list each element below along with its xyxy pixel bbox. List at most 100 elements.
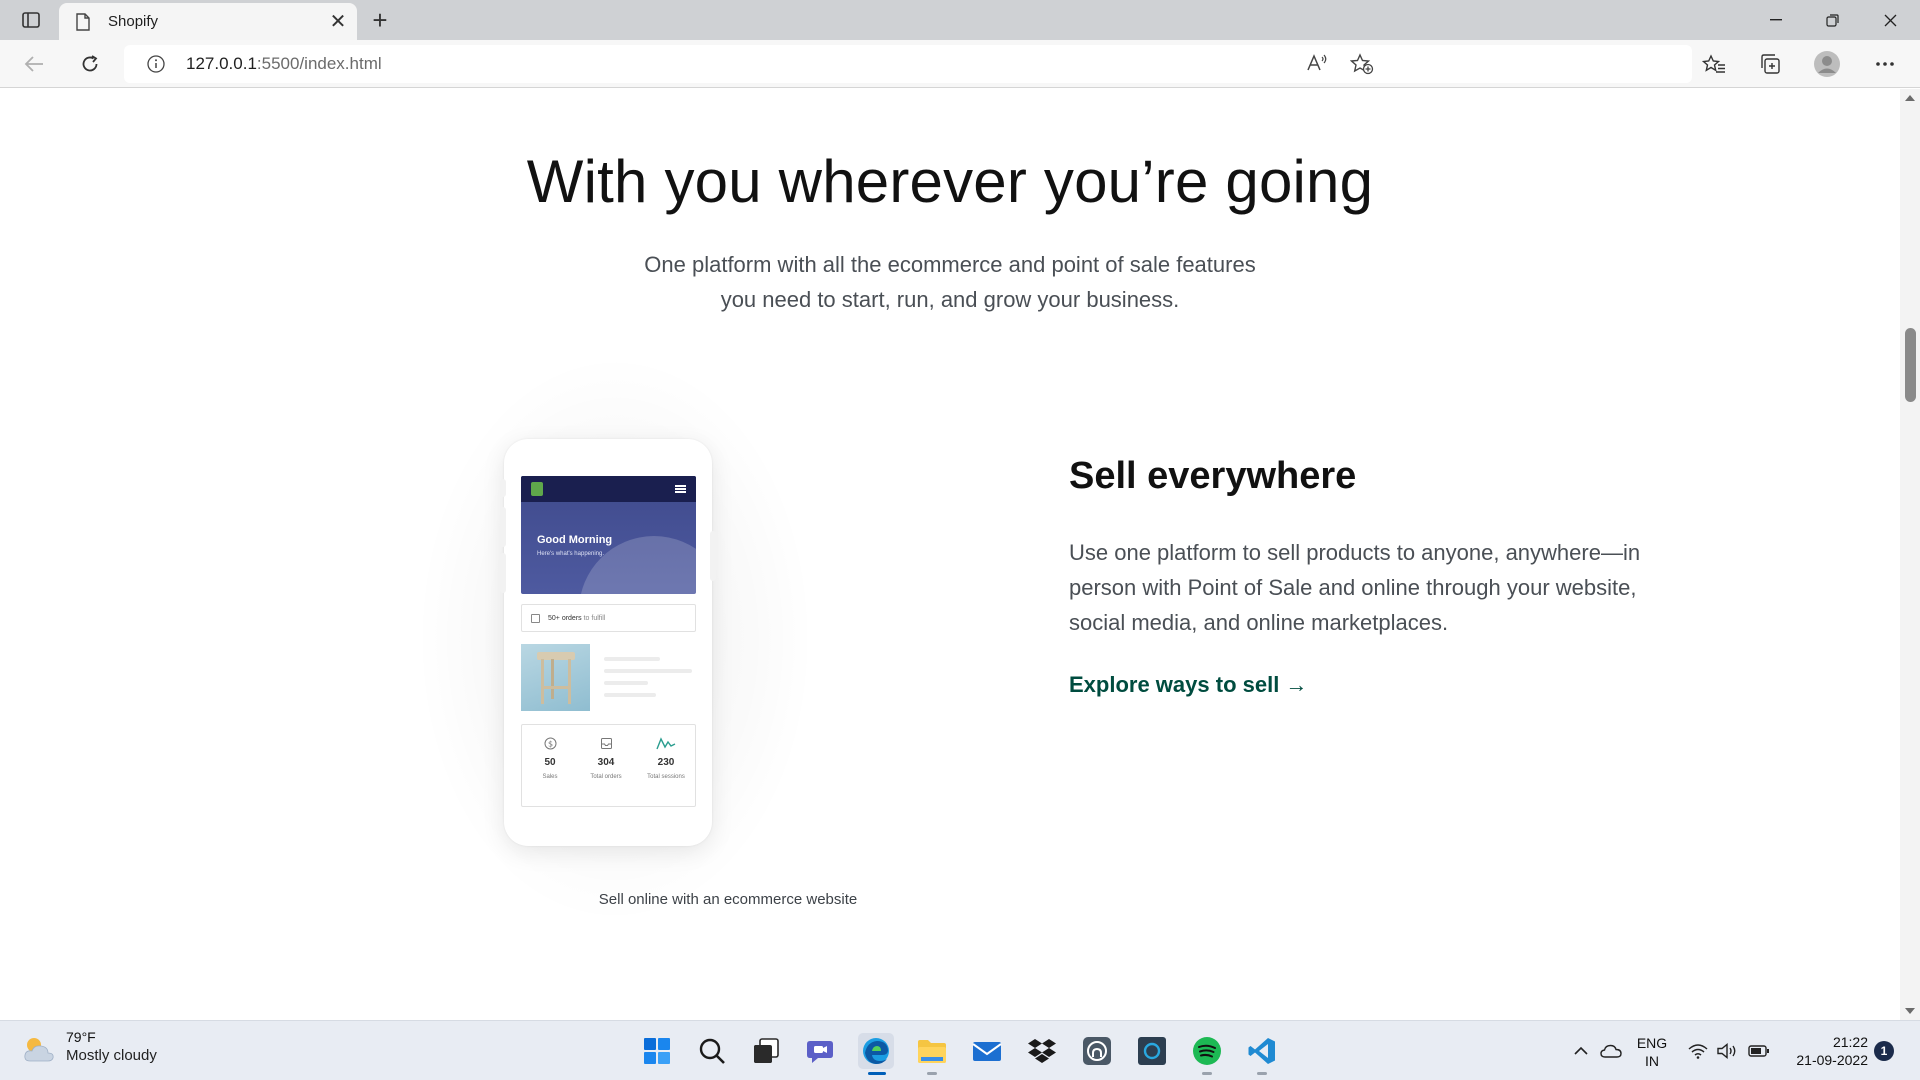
stool-crossbar [541, 686, 571, 689]
language-indicator[interactable]: ENG IN [1634, 1034, 1670, 1070]
page-viewport: With you wherever you’re going One platf… [0, 89, 1900, 1020]
address-bar[interactable]: 127.0.0.1:5500/index.html [124, 45, 1692, 83]
avatar-icon [1814, 51, 1840, 77]
browser-tab-shopify[interactable]: Shopify ✕ [59, 3, 357, 40]
start-button[interactable] [639, 1033, 675, 1069]
url-text[interactable]: 127.0.0.1:5500/index.html [186, 54, 382, 74]
notification-badge[interactable]: 1 [1874, 1041, 1894, 1061]
scroll-up-arrow-icon[interactable] [1905, 95, 1915, 101]
page-scrollbar[interactable] [1900, 89, 1920, 1020]
phone-side-button [500, 479, 506, 497]
weather-temperature: 79°F [66, 1029, 96, 1045]
task-view-button[interactable] [748, 1033, 784, 1069]
weather-widget[interactable]: 79°F Mostly cloudy [22, 1029, 157, 1065]
profile-button[interactable] [1810, 48, 1844, 80]
vscode-button[interactable] [1244, 1033, 1280, 1075]
running-indicator [927, 1072, 937, 1075]
tab-close-icon[interactable]: ✕ [323, 7, 353, 37]
url-host: 127.0.0.1 [186, 54, 257, 73]
close-window-button[interactable] [1862, 0, 1918, 40]
feature-body-line: person with Point of Sale and online thr… [1069, 575, 1637, 600]
refresh-icon [82, 55, 98, 72]
link-label: Explore ways to sell [1069, 672, 1280, 697]
file-explorer-button[interactable] [914, 1033, 950, 1075]
show-hidden-icons-button[interactable] [1570, 1021, 1592, 1080]
spotify-button[interactable] [1189, 1033, 1225, 1075]
edge-browser-button[interactable] [858, 1033, 894, 1075]
scroll-down-arrow-icon[interactable] [1905, 1008, 1915, 1014]
hero-subtitle-line: you need to start, run, and grow your bu… [720, 287, 1180, 312]
running-indicator [1202, 1072, 1212, 1075]
teams-chat-icon [807, 1041, 833, 1063]
stat-value: 230 [657, 757, 675, 768]
task-view-icon [754, 1038, 779, 1063]
page-icon [76, 12, 94, 32]
placeholder-line [604, 693, 656, 697]
browser-toolbar: 127.0.0.1:5500/index.html [0, 40, 1920, 88]
restore-icon [1825, 13, 1839, 27]
inbox-icon [578, 737, 634, 751]
taskbar-search-button[interactable] [694, 1033, 730, 1069]
more-dots-icon [1876, 62, 1894, 66]
favorites-icon [1702, 54, 1725, 73]
phone-side-button [710, 531, 716, 581]
search-icon [699, 1038, 725, 1064]
collections-icon [1761, 54, 1780, 74]
app-topbar [521, 476, 696, 502]
wifi-icon [1688, 1044, 1708, 1059]
onedrive-button[interactable] [1598, 1021, 1624, 1080]
clock[interactable]: 21:22 21-09-2022 [1778, 1033, 1868, 1069]
stat-value: 50 [544, 757, 556, 768]
phone-side-button [500, 507, 506, 547]
favorites-button[interactable] [1697, 48, 1731, 80]
mail-icon [972, 1042, 1002, 1061]
restore-button[interactable] [1804, 0, 1860, 40]
phone-side-button [500, 553, 506, 593]
back-arrow-icon [24, 56, 43, 72]
hamburger-menu-icon [675, 485, 686, 493]
url-path: :5500/index.html [256, 54, 382, 73]
greeting-text: Good Morning [537, 534, 613, 546]
minimize-button[interactable] [1748, 0, 1804, 40]
explore-ways-to-sell-link[interactable]: Explore ways to sell → [1069, 672, 1307, 698]
feature-body-line: Use one platform to sell products to any… [1069, 540, 1641, 565]
orders-suffix: to fulfill [581, 614, 606, 622]
battery-status[interactable] [1746, 1021, 1772, 1080]
refresh-button[interactable] [73, 48, 107, 80]
running-indicator [1257, 1072, 1267, 1075]
dropbox-icon [1028, 1039, 1056, 1063]
cortana-button[interactable] [1134, 1033, 1170, 1069]
stat-value: 304 [597, 757, 615, 768]
scroll-thumb[interactable] [1905, 328, 1916, 402]
language-region: IN [1645, 1053, 1659, 1069]
phone-mockup: Good Morning Here's what's happening. 50… [500, 439, 716, 846]
tab-actions-icon [22, 12, 40, 28]
settings-more-button[interactable] [1868, 48, 1902, 80]
back-button[interactable] [17, 48, 51, 80]
stool-leg [568, 659, 571, 704]
stat-sales: $ 50 Sales [522, 737, 578, 780]
site-info-icon[interactable] [146, 54, 166, 74]
orders-count: 50+ orders [548, 614, 582, 622]
read-aloud-icon[interactable] [1306, 53, 1328, 78]
tab-title: Shopify [108, 13, 159, 30]
battery-icon [1748, 1045, 1769, 1057]
dropbox-button[interactable] [1024, 1033, 1060, 1069]
new-tab-button[interactable]: + [365, 6, 395, 34]
edge-icon [863, 1038, 889, 1064]
volume-status[interactable] [1715, 1021, 1741, 1080]
github-desktop-button[interactable] [1079, 1033, 1115, 1069]
tab-actions-button[interactable] [14, 6, 48, 34]
mail-button[interactable] [969, 1033, 1005, 1069]
file-explorer-icon [918, 1040, 946, 1063]
collections-button[interactable] [1753, 48, 1787, 80]
phone-caption: Sell online with an ecommerce website [598, 891, 858, 908]
teams-chat-button[interactable] [803, 1033, 839, 1069]
language-code: ENG [1636, 1035, 1668, 1051]
partly-cloudy-icon [22, 1035, 56, 1065]
placeholder-line [604, 681, 648, 685]
wifi-status[interactable] [1686, 1021, 1710, 1080]
hero-subtitle: One platform with all the ecommerce and … [600, 247, 1300, 317]
add-favorite-icon[interactable] [1349, 53, 1374, 80]
cortana-icon [1138, 1037, 1166, 1065]
